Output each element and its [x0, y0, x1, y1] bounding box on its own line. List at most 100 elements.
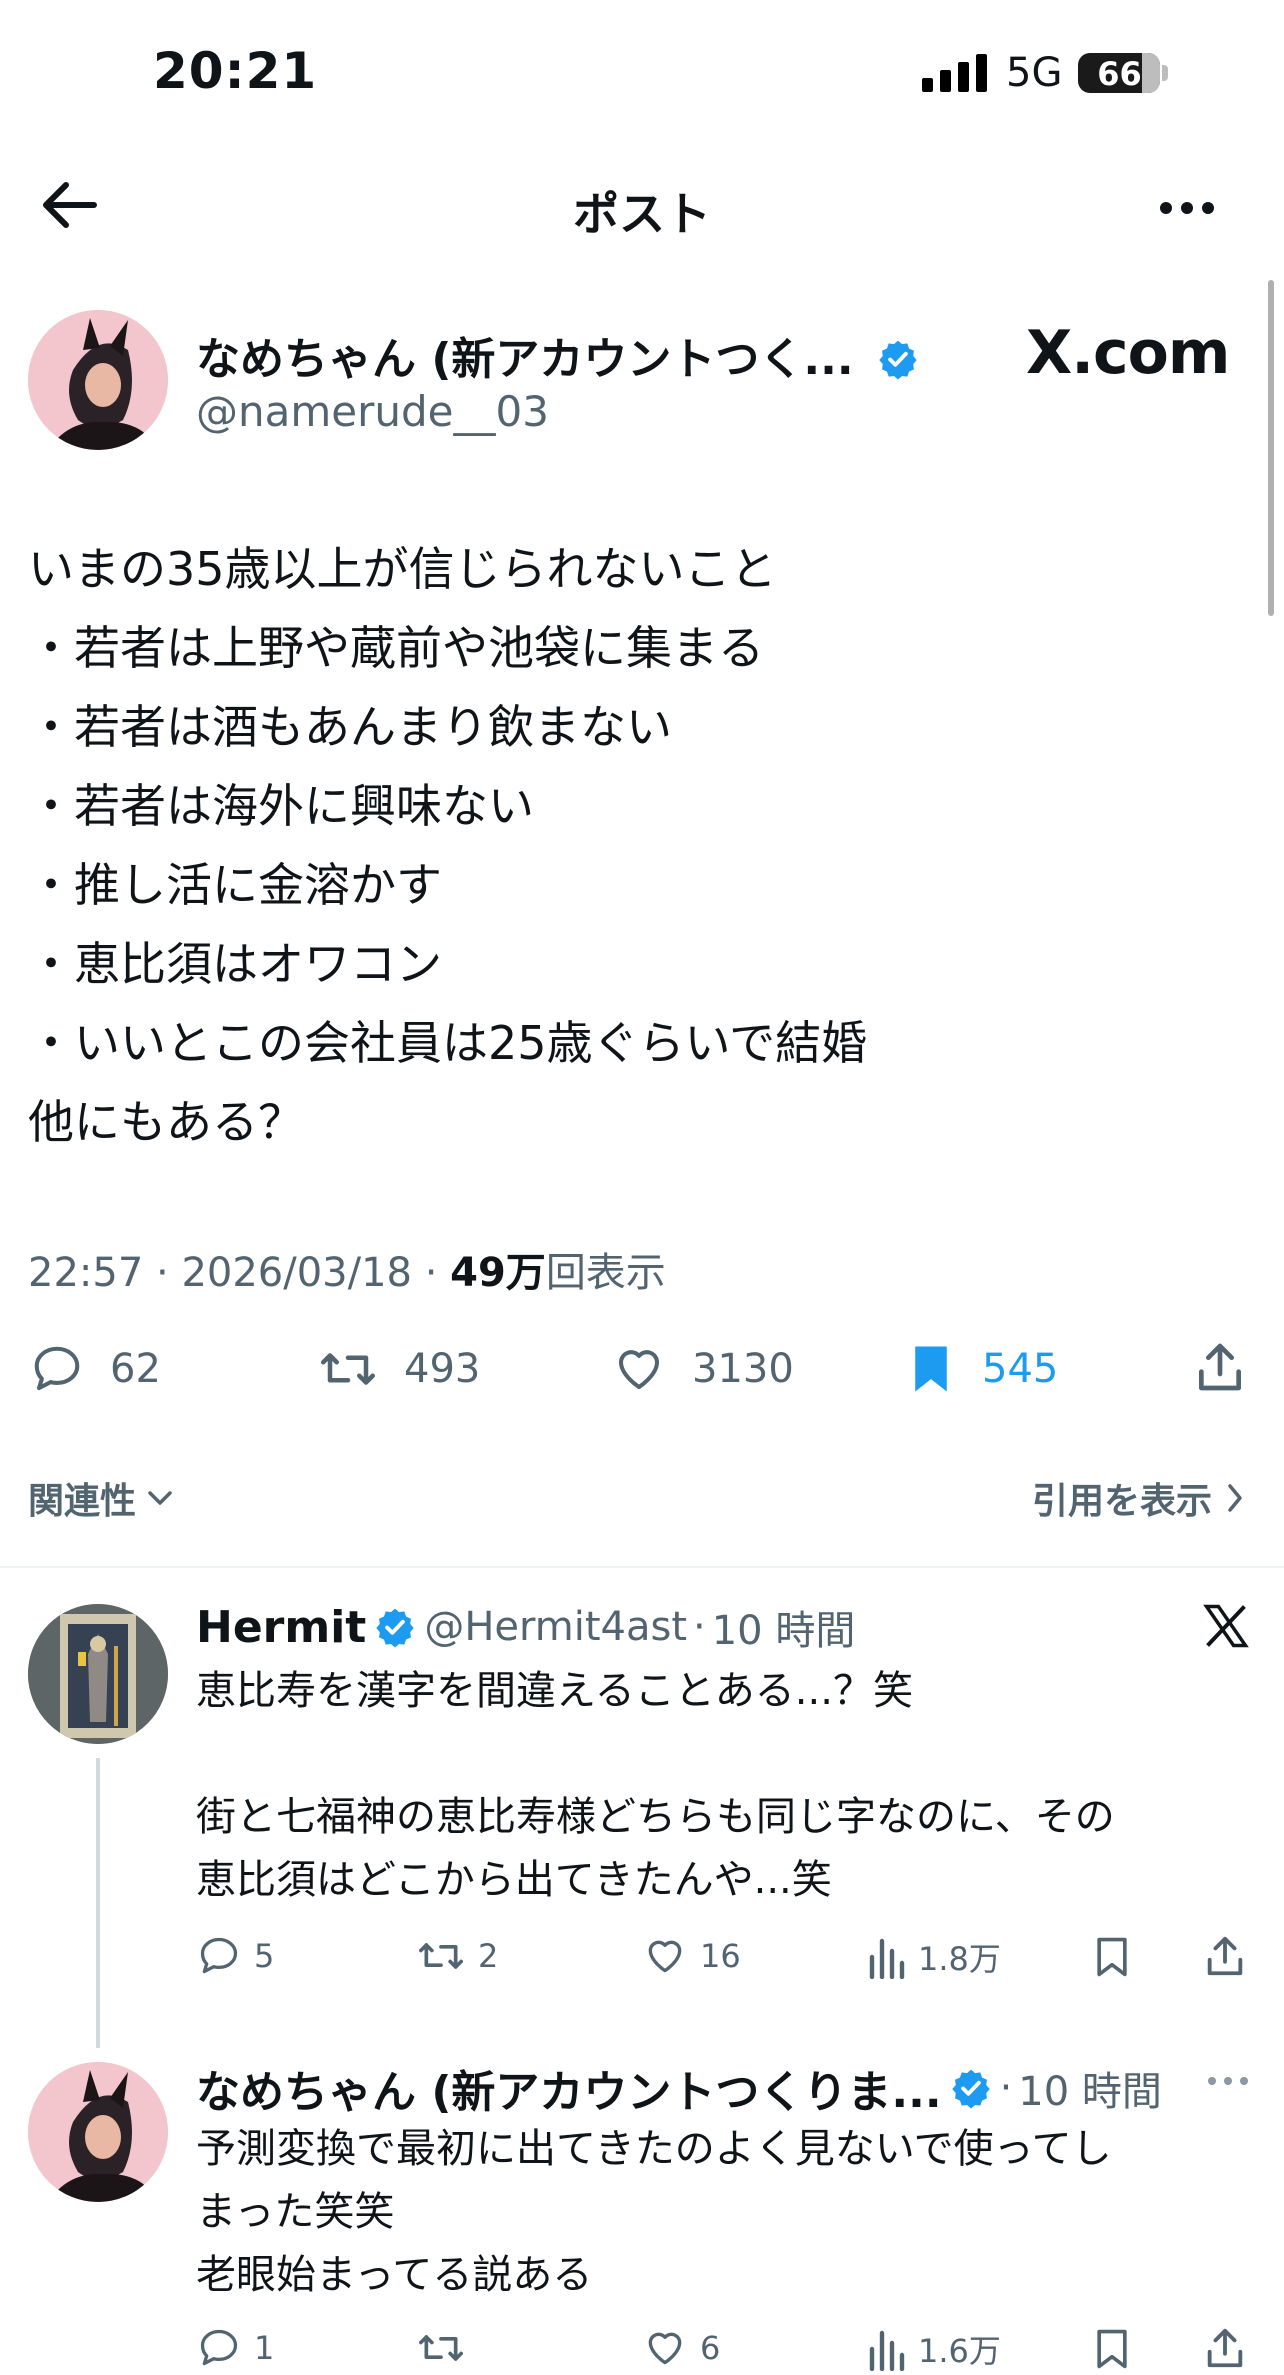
- repost-count: 2: [478, 1937, 499, 1975]
- author-handle[interactable]: @namerude__03: [196, 387, 549, 436]
- analytics-icon: [869, 1938, 905, 1979]
- views-button[interactable]: 1.8万: [866, 1934, 1001, 1980]
- status-indicators: 5G 66: [922, 50, 1169, 96]
- like-count: 6: [700, 2329, 721, 2367]
- post-text-line: ・推し活に金溶かす: [28, 858, 442, 912]
- repost-icon: [321, 1353, 375, 1385]
- repost-count: 493: [404, 1346, 481, 1392]
- reply-icon: [34, 1346, 80, 1391]
- views-button[interactable]: 1.6万: [866, 2326, 1001, 2372]
- reply-avatar[interactable]: [28, 2062, 168, 2202]
- avatar-image: [28, 310, 168, 450]
- reply-button[interactable]: 62: [28, 1342, 161, 1396]
- thread-connector: [96, 1758, 100, 2048]
- verified-badge-icon: [376, 1608, 415, 1648]
- post-text-line: ・若者は海外に興味ない: [28, 779, 534, 833]
- heart-icon: [648, 2332, 682, 2365]
- share-button[interactable]: [1192, 1338, 1248, 1396]
- reply-time[interactable]: 10 時間: [712, 1598, 856, 1656]
- post-text-line: いまの35歳以上が信じられないこと: [28, 542, 777, 596]
- repost-button[interactable]: [416, 2326, 478, 2370]
- separator-dot: ·: [693, 1604, 706, 1650]
- reply-header: Hermit @Hermit4ast · 10 時間: [196, 1598, 855, 1656]
- reply-count: 5: [254, 1937, 275, 1975]
- post-text-line: ・いいとこの会社員は25歳ぐらいで結婚: [28, 1016, 868, 1070]
- author-name[interactable]: なめちゃん (新アカウントつく...: [196, 323, 919, 387]
- reply-button[interactable]: 5: [196, 1934, 274, 1978]
- scrollbar[interactable]: [1268, 280, 1274, 616]
- author-name-text: なめちゃん (新アカウントつく...: [196, 334, 854, 385]
- analytics-icon: [869, 2330, 905, 2371]
- post-date[interactable]: 2026/03/18: [181, 1250, 412, 1296]
- reply-more-button[interactable]: [1206, 2074, 1250, 2088]
- views-count: 49万: [450, 1250, 546, 1296]
- battery-tip: [1162, 65, 1169, 81]
- heart-icon: [618, 1350, 660, 1390]
- reply-text-line: 老眼始まってる説ある: [196, 2252, 593, 2298]
- more-options-button[interactable]: [1158, 194, 1216, 222]
- bookmark-button[interactable]: 545: [904, 1342, 1058, 1396]
- reply-icon: [200, 2329, 238, 2366]
- separator-dot: ·: [999, 2065, 1013, 2111]
- post-text-line: 他にもある？: [28, 1095, 304, 1149]
- chevron-right-icon: [1228, 1484, 1242, 1512]
- like-count: 3130: [692, 1346, 794, 1392]
- reply-icon: [200, 1937, 238, 1974]
- reply-author-name[interactable]: Hermit: [196, 1602, 366, 1653]
- post-text-line: ・若者は酒もあんまり飲まない: [28, 700, 672, 754]
- post-text-line: ・恵比須はオワコン: [28, 937, 442, 991]
- share-button[interactable]: [1202, 1932, 1248, 1980]
- sort-dropdown[interactable]: 関連性: [28, 1472, 174, 1524]
- reply-button[interactable]: 1: [196, 2326, 274, 2370]
- reply-text: 恵比寿を漢字を間違えることある...？笑 街と七福神の恵比寿様どちらも同じ字なの…: [196, 1660, 1115, 1912]
- views-label: 回表示: [545, 1250, 666, 1296]
- signal-icon: [922, 54, 987, 92]
- bookmark-filled-icon: [915, 1346, 947, 1392]
- divider: [0, 1566, 1284, 1568]
- view-quotes-link[interactable]: 引用を表示: [1032, 1472, 1244, 1524]
- bookmark-button[interactable]: [1090, 2326, 1134, 2372]
- repost-button[interactable]: 2: [416, 1934, 498, 1978]
- bookmark-count: 545: [982, 1346, 1059, 1392]
- repost-icon: [419, 1943, 463, 1969]
- bookmark-button[interactable]: [1090, 1934, 1134, 1980]
- reply-text-line: 恵比寿を漢字を間違えることある...？笑: [196, 1668, 913, 1714]
- bookmark-icon: [1097, 1937, 1127, 1977]
- verified-badge-icon: [879, 340, 917, 380]
- repost-icon: [419, 2335, 463, 2361]
- bookmark-icon: [1097, 2329, 1127, 2369]
- more-icon: [1160, 202, 1214, 214]
- reply-header: なめちゃん (新アカウントつくりま... · 10 時間: [196, 2056, 1162, 2120]
- sort-label: 関連性: [28, 1481, 137, 1522]
- reply-time[interactable]: 10 時間: [1018, 2059, 1162, 2117]
- views-count: 1.6万: [918, 2332, 1001, 2370]
- quotes-label: 引用を表示: [1031, 1481, 1212, 1522]
- post-text: いまの35歳以上が信じられないこと ・若者は上野や蔵前や池袋に集まる ・若者は酒…: [28, 530, 867, 1162]
- chevron-down-icon: [148, 1491, 172, 1505]
- tarot-avatar-image: [28, 1604, 168, 1744]
- reply-author-handle[interactable]: @Hermit4ast: [424, 1604, 687, 1650]
- reply-author-name[interactable]: なめちゃん (新アカウントつくりま...: [196, 2056, 942, 2120]
- reply-avatar[interactable]: [28, 1604, 168, 1744]
- reply-text: 予測変換で最初に出てきたのよく見ないで使ってし まった笑笑 老眼始まってる説ある: [196, 2118, 1112, 2307]
- battery-level: 66: [1097, 55, 1142, 93]
- share-icon: [1207, 2328, 1243, 2368]
- share-button[interactable]: [1202, 2324, 1248, 2372]
- share-icon: [1199, 1343, 1241, 1391]
- post-meta: 22:57 · 2026/03/18 · 49万回表示: [28, 1250, 666, 1296]
- x-logo-watermark: [1200, 1600, 1252, 1652]
- share-icon: [1207, 1936, 1243, 1976]
- reply-text-line: 予測変換で最初に出てきたのよく見ないで使ってし: [196, 2126, 1112, 2172]
- like-button[interactable]: 16: [642, 1934, 741, 1978]
- reply-count: 1: [254, 2329, 275, 2367]
- post-time[interactable]: 22:57: [28, 1250, 143, 1296]
- xcom-watermark: X.com: [1026, 318, 1230, 388]
- author-avatar[interactable]: [28, 310, 168, 450]
- reply-text-line: [196, 1723, 1115, 1786]
- post-text-line: ・若者は上野や蔵前や池袋に集まる: [28, 621, 764, 675]
- like-button[interactable]: 3130: [610, 1342, 794, 1396]
- status-time: 20:21: [153, 42, 318, 100]
- reply-text-line: 恵比須はどこから出てきたんや...笑: [196, 1857, 832, 1903]
- like-button[interactable]: 6: [642, 2326, 720, 2370]
- repost-button[interactable]: 493: [316, 1342, 480, 1396]
